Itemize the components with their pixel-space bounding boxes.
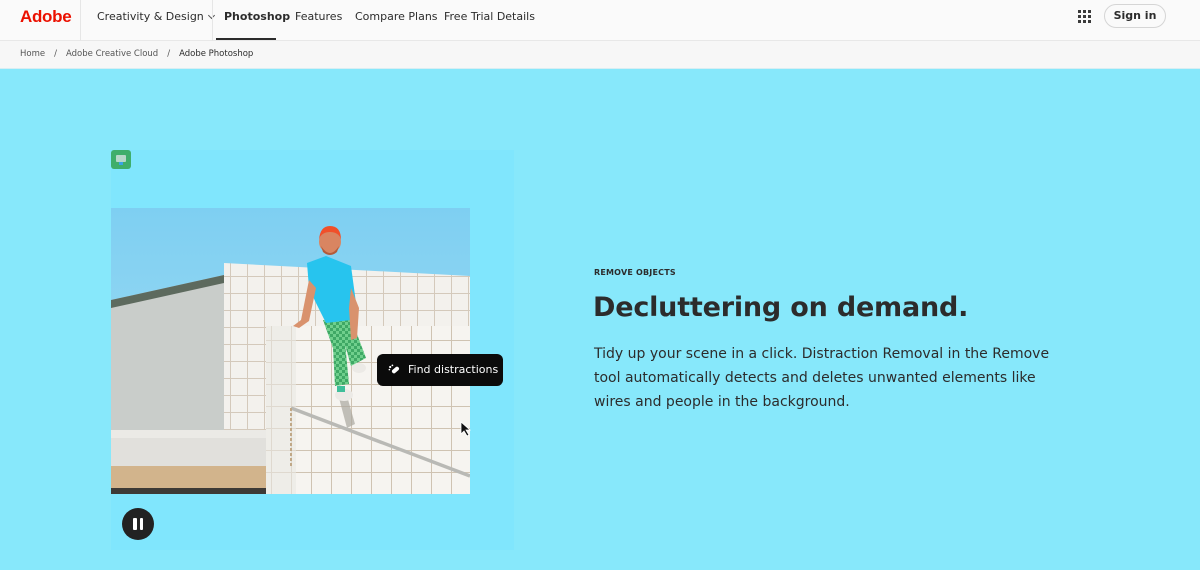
- breadcrumb-separator: /: [54, 49, 57, 59]
- global-nav: Adobe Creativity & Design Photoshop Feat…: [0, 0, 1200, 41]
- breadcrumb-home[interactable]: Home: [20, 49, 45, 59]
- sign-in-button[interactable]: Sign in: [1104, 4, 1166, 28]
- nav-divider: [212, 0, 213, 41]
- apps-grid-icon[interactable]: [1078, 10, 1091, 23]
- find-distractions-label: Find distractions: [408, 363, 499, 376]
- section-headline: Decluttering on demand.: [593, 292, 969, 323]
- section-body: Tidy up your scene in a click. Distracti…: [594, 346, 1050, 410]
- app-badge-icon: [111, 150, 131, 169]
- pointer-cursor-icon: [460, 421, 472, 437]
- nav-creativity-design[interactable]: Creativity & Design: [97, 10, 215, 23]
- pause-icon: [133, 518, 137, 530]
- adobe-logo[interactable]: Adobe: [20, 7, 72, 27]
- breadcrumb-current: Adobe Photoshop: [179, 49, 254, 59]
- nav-photoshop[interactable]: Photoshop: [224, 10, 290, 23]
- find-distractions-button[interactable]: Find distractions: [377, 354, 503, 386]
- breadcrumb-creative-cloud[interactable]: Adobe Creative Cloud: [66, 49, 158, 59]
- pause-button[interactable]: [122, 508, 154, 540]
- demo-photo: [111, 208, 470, 494]
- breadcrumb-separator: /: [167, 49, 171, 59]
- nav-creativity-design-label: Creativity & Design: [97, 10, 204, 23]
- active-tab-indicator: [216, 38, 276, 40]
- pause-icon-bar: [139, 518, 143, 530]
- nav-compare-plans[interactable]: Compare Plans: [355, 10, 438, 23]
- section-eyebrow: REMOVE OBJECTS: [594, 268, 676, 277]
- nav-free-trial-details[interactable]: Free Trial Details: [444, 10, 535, 23]
- breadcrumb: Home / Adobe Creative Cloud / Adobe Photosho…: [0, 41, 1200, 69]
- nav-divider: [80, 0, 81, 41]
- nav-features[interactable]: Features: [295, 10, 342, 23]
- bandage-icon: [388, 364, 400, 374]
